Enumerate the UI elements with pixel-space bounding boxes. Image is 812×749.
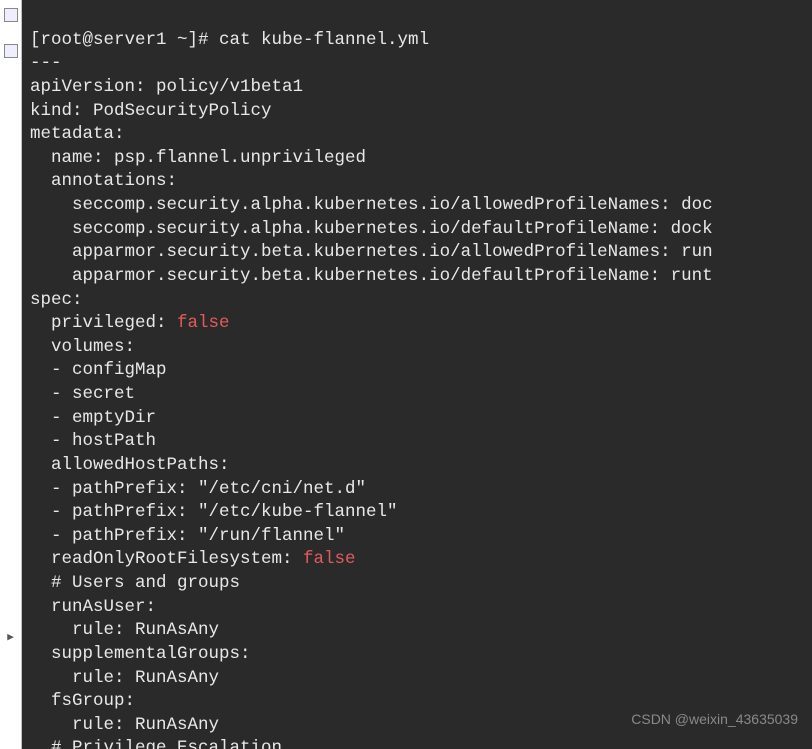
terminal-output[interactable]: [root@server1 ~]# cat kube-flannel.yml -… — [22, 0, 812, 749]
chevron-right-icon[interactable]: ▶ — [7, 630, 14, 643]
yaml-line: allowedHostPaths: — [30, 455, 230, 475]
yaml-key: privileged: — [30, 313, 177, 333]
yaml-bool-false: false — [177, 313, 230, 333]
yaml-line: apiVersion: policy/v1beta1 — [30, 77, 303, 97]
gutter-marker[interactable] — [4, 8, 18, 22]
yaml-line: metadata: — [30, 124, 125, 144]
yaml-key: readOnlyRootFilesystem: — [30, 549, 303, 569]
yaml-line: rule: RunAsAny — [30, 620, 219, 640]
yaml-line: rule: RunAsAny — [30, 715, 219, 735]
yaml-comment: # Privilege Escalation — [30, 738, 282, 749]
yaml-line: annotations: — [30, 171, 177, 191]
editor-gutter: ▶ — [0, 0, 22, 749]
yaml-line: kind: PodSecurityPolicy — [30, 101, 272, 121]
yaml-line: supplementalGroups: — [30, 644, 251, 664]
yaml-line: rule: RunAsAny — [30, 668, 219, 688]
yaml-bool-false: false — [303, 549, 356, 569]
command-text: cat kube-flannel.yml — [219, 30, 429, 50]
yaml-line: seccomp.security.alpha.kubernetes.io/all… — [30, 195, 713, 215]
yaml-line: - pathPrefix: "/etc/cni/net.d" — [30, 479, 366, 499]
yaml-line: - pathPrefix: "/run/flannel" — [30, 526, 345, 546]
yaml-line: - secret — [30, 384, 135, 404]
yaml-line: - emptyDir — [30, 408, 156, 428]
yaml-line: runAsUser: — [30, 597, 156, 617]
yaml-line: --- — [30, 53, 62, 73]
yaml-line: volumes: — [30, 337, 135, 357]
yaml-comment: # Users and groups — [30, 573, 240, 593]
yaml-line: name: psp.flannel.unprivileged — [30, 148, 366, 168]
yaml-line: - pathPrefix: "/etc/kube-flannel" — [30, 502, 398, 522]
gutter-marker[interactable] — [4, 44, 18, 58]
yaml-line: spec: — [30, 290, 83, 310]
shell-prompt: [root@server1 ~]# — [30, 30, 219, 50]
yaml-line: seccomp.security.alpha.kubernetes.io/def… — [30, 219, 713, 239]
yaml-line: apparmor.security.beta.kubernetes.io/all… — [30, 242, 713, 262]
yaml-line: - configMap — [30, 360, 167, 380]
yaml-line: - hostPath — [30, 431, 156, 451]
yaml-line: apparmor.security.beta.kubernetes.io/def… — [30, 266, 713, 286]
yaml-line: fsGroup: — [30, 691, 135, 711]
watermark-text: CSDN @weixin_43635039 — [631, 710, 798, 729]
